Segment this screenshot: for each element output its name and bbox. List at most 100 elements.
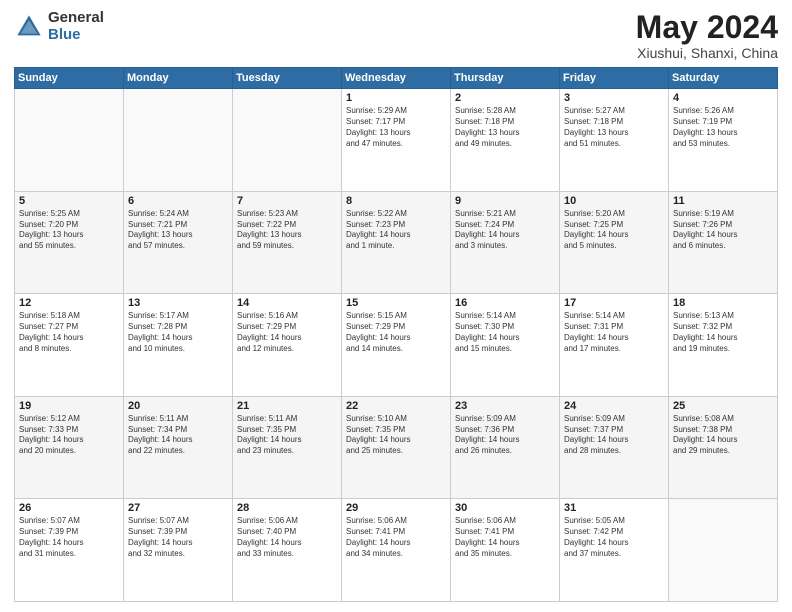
day-number: 31: [564, 502, 664, 514]
calendar-cell: 17 Sunrise: 5:14 AM Sunset: 7:31 PM Dayli…: [560, 294, 669, 397]
day-number: 26: [19, 502, 119, 514]
day-number: 23: [455, 400, 555, 412]
day-info: Sunrise: 5:06 AM Sunset: 7:40 PM Dayligh…: [237, 516, 337, 559]
day-info: Sunrise: 5:23 AM Sunset: 7:22 PM Dayligh…: [237, 209, 337, 252]
title-month: May 2024: [636, 10, 778, 45]
day-number: 16: [455, 297, 555, 309]
day-info: Sunrise: 5:19 AM Sunset: 7:26 PM Dayligh…: [673, 209, 773, 252]
day-info: Sunrise: 5:20 AM Sunset: 7:25 PM Dayligh…: [564, 209, 664, 252]
day-number: 6: [128, 195, 228, 207]
day-number: 13: [128, 297, 228, 309]
day-number: 5: [19, 195, 119, 207]
calendar-cell: 22 Sunrise: 5:10 AM Sunset: 7:35 PM Dayli…: [342, 396, 451, 499]
day-number: 30: [455, 502, 555, 514]
day-info: Sunrise: 5:12 AM Sunset: 7:33 PM Dayligh…: [19, 414, 119, 457]
weekday-header-sunday: Sunday: [15, 68, 124, 89]
weekday-header-friday: Friday: [560, 68, 669, 89]
calendar-table: SundayMondayTuesdayWednesdayThursdayFrid…: [14, 67, 778, 602]
day-number: 22: [346, 400, 446, 412]
day-number: 1: [346, 92, 446, 104]
calendar-cell: 28 Sunrise: 5:06 AM Sunset: 7:40 PM Dayli…: [233, 499, 342, 602]
day-info: Sunrise: 5:11 AM Sunset: 7:34 PM Dayligh…: [128, 414, 228, 457]
calendar-cell: [15, 89, 124, 192]
calendar-cell: 13Sunrise: 5:17 AM Sunset: 7:28 PM Dayli…: [124, 294, 233, 397]
day-info: Sunrise: 5:07 AM Sunset: 7:39 PM Dayligh…: [128, 516, 228, 559]
logo-text: General Blue: [48, 10, 104, 43]
calendar-cell: 6 Sunrise: 5:24 AM Sunset: 7:21 PM Daylig…: [124, 191, 233, 294]
day-number: 18: [673, 297, 773, 309]
calendar-cell: 4 Sunrise: 5:26 AM Sunset: 7:19 PM Daylig…: [669, 89, 778, 192]
day-number: 3: [564, 92, 664, 104]
weekday-header-monday: Monday: [124, 68, 233, 89]
day-number: 2: [455, 92, 555, 104]
calendar-week-5: 26 Sunrise: 5:07 AM Sunset: 7:39 PM Dayli…: [15, 499, 778, 602]
logo-general-text: General: [48, 10, 104, 27]
weekday-header-saturday: Saturday: [669, 68, 778, 89]
calendar-cell: 15 Sunrise: 5:15 AM Sunset: 7:29 PM Dayli…: [342, 294, 451, 397]
calendar-cell: 8Sunrise: 5:22 AM Sunset: 7:23 PM Daylig…: [342, 191, 451, 294]
day-info: Sunrise: 5:18 AM Sunset: 7:27 PM Dayligh…: [19, 311, 119, 354]
title-location: Xiushui, Shanxi, China: [636, 45, 778, 61]
weekday-header-wednesday: Wednesday: [342, 68, 451, 89]
calendar-cell: 31 Sunrise: 5:05 AM Sunset: 7:42 PM Dayli…: [560, 499, 669, 602]
logo-blue-text: Blue: [48, 27, 104, 44]
page: General Blue May 2024 Xiushui, Shanxi, C…: [0, 0, 792, 612]
weekday-header-thursday: Thursday: [451, 68, 560, 89]
calendar-cell: [233, 89, 342, 192]
calendar-week-2: 5Sunrise: 5:25 AM Sunset: 7:20 PM Daylig…: [15, 191, 778, 294]
day-number: 21: [237, 400, 337, 412]
calendar-header-row: SundayMondayTuesdayWednesdayThursdayFrid…: [15, 68, 778, 89]
calendar-week-3: 12 Sunrise: 5:18 AM Sunset: 7:27 PM Dayli…: [15, 294, 778, 397]
day-number: 20: [128, 400, 228, 412]
day-number: 4: [673, 92, 773, 104]
calendar-week-4: 19 Sunrise: 5:12 AM Sunset: 7:33 PM Dayli…: [15, 396, 778, 499]
day-number: 19: [19, 400, 119, 412]
calendar-cell: 24Sunrise: 5:09 AM Sunset: 7:37 PM Dayli…: [560, 396, 669, 499]
day-number: 15: [346, 297, 446, 309]
calendar-cell: 23 Sunrise: 5:09 AM Sunset: 7:36 PM Dayli…: [451, 396, 560, 499]
logo-icon: [14, 12, 44, 42]
calendar-cell: 25 Sunrise: 5:08 AM Sunset: 7:38 PM Dayli…: [669, 396, 778, 499]
calendar-cell: 11 Sunrise: 5:19 AM Sunset: 7:26 PM Dayli…: [669, 191, 778, 294]
day-info: Sunrise: 5:13 AM Sunset: 7:32 PM Dayligh…: [673, 311, 773, 354]
day-info: Sunrise: 5:24 AM Sunset: 7:21 PM Dayligh…: [128, 209, 228, 252]
day-info: Sunrise: 5:06 AM Sunset: 7:41 PM Dayligh…: [346, 516, 446, 559]
calendar-cell: [669, 499, 778, 602]
calendar-cell: 14Sunrise: 5:16 AM Sunset: 7:29 PM Dayli…: [233, 294, 342, 397]
day-number: 25: [673, 400, 773, 412]
calendar-cell: 26Sunrise: 5:07 AM Sunset: 7:39 PM Dayli…: [15, 499, 124, 602]
day-info: Sunrise: 5:08 AM Sunset: 7:38 PM Dayligh…: [673, 414, 773, 457]
calendar-cell: 7 Sunrise: 5:23 AM Sunset: 7:22 PM Daylig…: [233, 191, 342, 294]
day-number: 17: [564, 297, 664, 309]
day-info: Sunrise: 5:15 AM Sunset: 7:29 PM Dayligh…: [346, 311, 446, 354]
day-info: Sunrise: 5:26 AM Sunset: 7:19 PM Dayligh…: [673, 106, 773, 149]
day-number: 9: [455, 195, 555, 207]
day-info: Sunrise: 5:14 AM Sunset: 7:31 PM Dayligh…: [564, 311, 664, 354]
calendar-cell: 19 Sunrise: 5:12 AM Sunset: 7:33 PM Dayli…: [15, 396, 124, 499]
calendar-cell: 2Sunrise: 5:28 AM Sunset: 7:18 PM Daylig…: [451, 89, 560, 192]
day-number: 28: [237, 502, 337, 514]
calendar-cell: 12 Sunrise: 5:18 AM Sunset: 7:27 PM Dayli…: [15, 294, 124, 397]
day-info: Sunrise: 5:16 AM Sunset: 7:29 PM Dayligh…: [237, 311, 337, 354]
day-number: 12: [19, 297, 119, 309]
calendar-cell: 27 Sunrise: 5:07 AM Sunset: 7:39 PM Dayli…: [124, 499, 233, 602]
day-info: Sunrise: 5:29 AM Sunset: 7:17 PM Dayligh…: [346, 106, 446, 149]
calendar-week-1: 1 Sunrise: 5:29 AM Sunset: 7:17 PM Daylig…: [15, 89, 778, 192]
calendar-cell: 10Sunrise: 5:20 AM Sunset: 7:25 PM Dayli…: [560, 191, 669, 294]
calendar-cell: 29 Sunrise: 5:06 AM Sunset: 7:41 PM Dayli…: [342, 499, 451, 602]
day-info: Sunrise: 5:27 AM Sunset: 7:18 PM Dayligh…: [564, 106, 664, 149]
calendar-cell: 5Sunrise: 5:25 AM Sunset: 7:20 PM Daylig…: [15, 191, 124, 294]
logo: General Blue: [14, 10, 104, 43]
day-number: 8: [346, 195, 446, 207]
day-info: Sunrise: 5:05 AM Sunset: 7:42 PM Dayligh…: [564, 516, 664, 559]
day-number: 29: [346, 502, 446, 514]
day-info: Sunrise: 5:21 AM Sunset: 7:24 PM Dayligh…: [455, 209, 555, 252]
calendar-cell: 18 Sunrise: 5:13 AM Sunset: 7:32 PM Dayli…: [669, 294, 778, 397]
day-number: 11: [673, 195, 773, 207]
day-number: 27: [128, 502, 228, 514]
day-info: Sunrise: 5:09 AM Sunset: 7:37 PM Dayligh…: [564, 414, 664, 457]
weekday-header-tuesday: Tuesday: [233, 68, 342, 89]
day-info: Sunrise: 5:09 AM Sunset: 7:36 PM Dayligh…: [455, 414, 555, 457]
day-number: 7: [237, 195, 337, 207]
day-info: Sunrise: 5:10 AM Sunset: 7:35 PM Dayligh…: [346, 414, 446, 457]
